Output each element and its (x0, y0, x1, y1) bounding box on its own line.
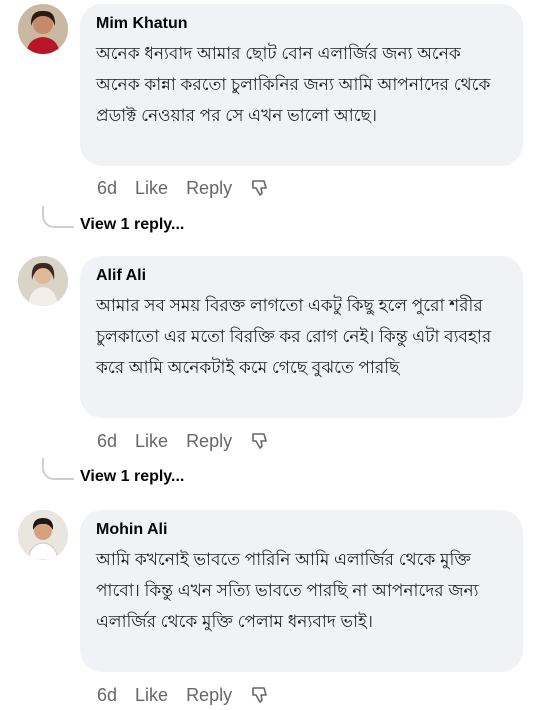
comment-text: অনেক ধন্যবাদ আমার ছোট বোন এলার্জির জন্য … (96, 44, 491, 125)
avatar-image (18, 4, 68, 54)
reply-button[interactable]: Reply (186, 685, 232, 706)
reply-connector (42, 206, 74, 228)
reply-connector (42, 458, 74, 480)
like-button[interactable]: Like (135, 685, 168, 706)
like-button[interactable]: Like (135, 178, 168, 199)
thumbs-down-icon[interactable] (250, 431, 270, 451)
comment-actions: 6d Like Reply (97, 430, 288, 452)
timestamp[interactable]: 6d (97, 431, 117, 452)
like-button[interactable]: Like (135, 431, 168, 452)
comment-text: আমি কখনোই ভাবতে পারিনি আমি এলার্জির থেকে… (96, 550, 479, 631)
avatar[interactable] (18, 4, 68, 54)
reply-button[interactable]: Reply (186, 178, 232, 199)
timestamp[interactable]: 6d (97, 685, 117, 706)
avatar-image (18, 256, 68, 306)
view-replies-link[interactable]: View 1 reply... (80, 468, 184, 486)
comment-bubble: Mim Khatun অনেক ধন্যবাদ আমার ছোট বোন এলা… (80, 4, 523, 166)
comment-actions: 6d Like Reply (97, 684, 288, 706)
view-replies-link[interactable]: View 1 reply... (80, 216, 184, 234)
comment-bubble: Mohin Ali আমি কখনোই ভাবতে পারিনি আমি এলা… (80, 510, 523, 672)
thumbs-down-icon[interactable] (250, 685, 270, 705)
comment-actions: 6d Like Reply (97, 177, 288, 199)
timestamp[interactable]: 6d (97, 178, 117, 199)
author-name[interactable]: Alif Ali (96, 266, 507, 286)
avatar-image (18, 510, 68, 560)
avatar[interactable] (18, 510, 68, 560)
author-name[interactable]: Mim Khatun (96, 14, 507, 34)
avatar[interactable] (18, 256, 68, 306)
comment-text: আমার সব সময় বিরক্ত লাগতো একটু কিছু হলে … (96, 296, 492, 377)
comment-thread: Mim Khatun অনেক ধন্যবাদ আমার ছোট বোন এলা… (0, 0, 540, 707)
comment-bubble: Alif Ali আমার সব সময় বিরক্ত লাগতো একটু … (80, 256, 523, 418)
reply-button[interactable]: Reply (186, 431, 232, 452)
author-name[interactable]: Mohin Ali (96, 520, 507, 540)
thumbs-down-icon[interactable] (250, 178, 270, 198)
